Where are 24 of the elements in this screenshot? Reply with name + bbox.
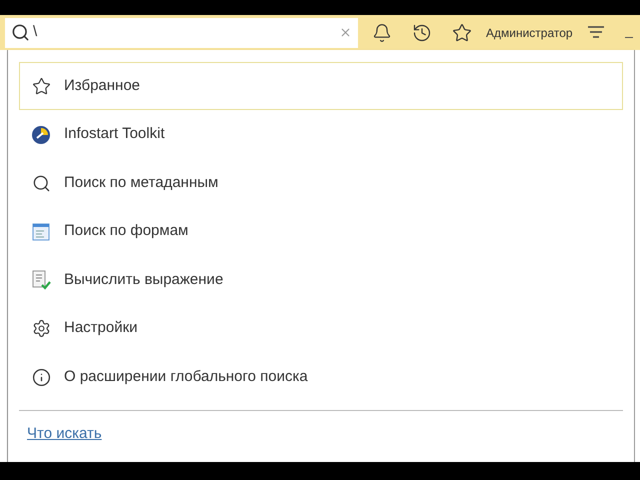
info-icon	[32, 368, 50, 386]
menu-item[interactable]: Поиск по метаданным	[19, 159, 623, 207]
menu-item[interactable]: Infostart Toolkit	[19, 110, 623, 158]
search-icon	[11, 23, 30, 42]
star-icon	[32, 76, 50, 96]
search-field[interactable]: \	[5, 18, 358, 48]
history-icon[interactable]	[412, 22, 432, 42]
bell-icon[interactable]	[372, 22, 392, 42]
what-to-search-link[interactable]: Что искать	[27, 422, 102, 445]
form-icon	[32, 222, 50, 240]
menu-icon[interactable]	[586, 24, 605, 40]
settings-icon	[32, 319, 50, 338]
menu-item[interactable]: Настройки	[19, 304, 623, 352]
search-value: \	[33, 22, 38, 42]
menu-item[interactable]: Вычислить выражение	[19, 256, 623, 304]
toolkit-logo-icon	[31, 124, 51, 144]
star-icon[interactable]	[452, 22, 472, 42]
user-name[interactable]: Администратор	[486, 24, 573, 42]
search-icon	[32, 174, 50, 192]
document-check-icon	[31, 270, 51, 290]
menu-item[interactable]: Избранное	[19, 62, 623, 110]
menu-item[interactable]: Поиск по формам	[19, 208, 623, 256]
menu-item[interactable]: О расширении глобального поиска	[19, 353, 623, 401]
close-icon[interactable]	[339, 26, 352, 39]
